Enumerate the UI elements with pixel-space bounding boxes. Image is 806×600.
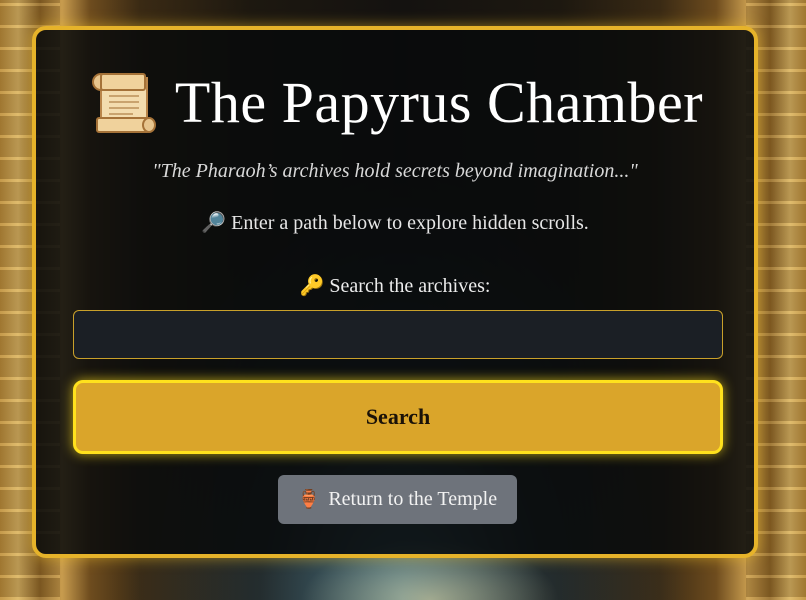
magnifier-icon: 🔎 (201, 210, 227, 234)
intro-text: 🔎 Enter a path below to explore hidden s… (36, 210, 754, 235)
chamber-panel: The Papyrus Chamber "The Pharaoh’s archi… (32, 26, 758, 558)
intro-label: Enter a path below to explore hidden scr… (231, 212, 589, 234)
return-to-temple-button[interactable]: 🏺 Return to the Temple (278, 475, 517, 524)
search-label-text: Search the archives: (329, 275, 491, 297)
key-icon: 🔑 (299, 273, 325, 297)
pharaoh-quote: "The Pharaoh’s archives hold secrets bey… (152, 160, 638, 182)
search-label: 🔑 Search the archives: (36, 273, 754, 298)
return-label: Return to the Temple (328, 488, 498, 510)
title-row: The Papyrus Chamber (36, 70, 754, 136)
amphora-icon: 🏺 (297, 489, 321, 510)
scroll-icon (91, 73, 156, 133)
search-button[interactable]: Search (73, 380, 723, 454)
page-title: The Papyrus Chamber (174, 70, 704, 135)
search-input[interactable] (73, 310, 723, 359)
